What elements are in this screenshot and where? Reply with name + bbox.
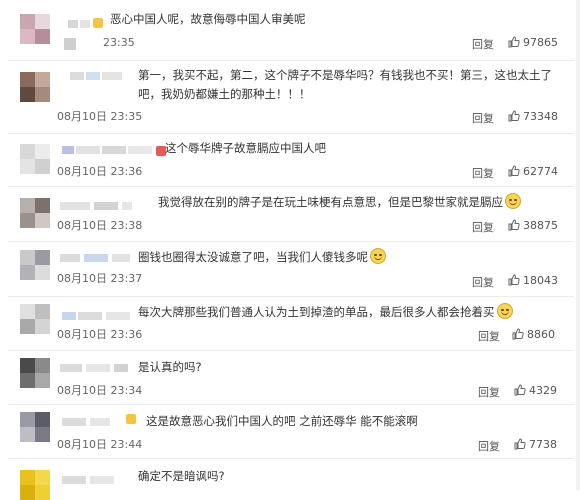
comment-time: 08月10日 23:38 [57, 219, 143, 232]
comment-text: 确定不是暗讽吗? [138, 469, 225, 483]
thumbs-up-icon [508, 110, 520, 122]
avatar[interactable] [20, 72, 50, 102]
username-blurred[interactable] [60, 364, 130, 372]
username-blurred[interactable] [70, 72, 124, 80]
comment-text: 这是故意恶心我们中国人的吧 之前还辱华 能不能滚啊 [146, 414, 418, 428]
comment-time: 08月10日 23:35 [57, 110, 143, 123]
like-button[interactable]: 18043 [508, 274, 558, 287]
like-button[interactable]: 4329 [514, 384, 557, 397]
like-button[interactable]: 38875 [508, 219, 558, 232]
reply-button[interactable]: 回复 [478, 384, 500, 400]
divider [8, 296, 574, 297]
divider [8, 458, 574, 459]
comment-time: 08月10日 23:37 [57, 272, 143, 285]
grin-emoji-icon [505, 193, 521, 209]
reply-button[interactable]: 回复 [472, 110, 494, 126]
reply-button[interactable]: 回复 [478, 328, 500, 344]
divider [8, 404, 574, 405]
thumbs-up-icon [508, 165, 520, 177]
like-count: 73348 [523, 110, 558, 123]
username-blurred[interactable] [62, 312, 132, 320]
username-blurred[interactable] [62, 146, 154, 154]
comment-text: 是认真的吗? [138, 360, 202, 374]
thumbs-up-icon [508, 219, 520, 231]
divider [8, 186, 574, 187]
divider [8, 241, 574, 242]
comment-text: 这个辱华牌子故意膈应中国人吧 [165, 141, 326, 155]
comment-time: 08月10日 23:36 [57, 328, 143, 341]
reply-button[interactable]: 回复 [472, 219, 494, 235]
reply-button[interactable]: 回复 [472, 274, 494, 290]
comment-text: 每次大牌那些我们普通人认为土到掉渣的单品，最后很多人都会抢着买 [138, 303, 558, 322]
avatar[interactable] [20, 470, 50, 500]
username-blurred[interactable] [60, 254, 132, 262]
divider [8, 133, 574, 134]
like-button[interactable]: 97865 [508, 36, 558, 49]
comment-text: 我觉得放在别的牌子是在玩土味梗有点意思，但是巴黎世家就是膈应 [158, 193, 568, 212]
smirk-emoji-icon [370, 248, 386, 264]
thinking-emoji-icon [496, 303, 513, 319]
username-blurred[interactable] [62, 476, 132, 484]
comment-time: 23:35 [103, 36, 135, 49]
thumbs-up-icon [512, 328, 524, 340]
like-count: 4329 [529, 384, 557, 397]
scrollbar[interactable] [576, 0, 580, 490]
like-count: 7738 [529, 438, 557, 451]
like-button[interactable]: 8860 [512, 328, 555, 341]
avatar[interactable] [20, 250, 50, 280]
avatar[interactable] [20, 198, 50, 228]
comment-text: 第一，我买不起，第二，这个牌子不是辱华吗？有钱我也不买！第三，这也太土了吧，我奶… [138, 68, 552, 101]
like-count: 62774 [523, 165, 558, 178]
like-button[interactable]: 7738 [514, 438, 557, 451]
user-badge-icon [93, 18, 103, 28]
divider [8, 60, 574, 61]
comment-text: 恶心中国人呢，故意侮辱中国人审美呢 [110, 12, 306, 26]
reply-button[interactable]: 回复 [472, 165, 494, 181]
user-badge-icon [126, 414, 136, 424]
thumbs-up-icon [514, 438, 526, 450]
avatar[interactable] [20, 144, 50, 174]
comment-time: 08月10日 23:44 [57, 438, 143, 451]
reply-button[interactable]: 回复 [478, 438, 500, 454]
avatar[interactable] [20, 304, 50, 334]
thumbs-up-icon [508, 274, 520, 286]
avatar[interactable] [20, 412, 50, 442]
like-count: 38875 [523, 219, 558, 232]
like-count: 18043 [523, 274, 558, 287]
divider [8, 350, 574, 351]
like-button[interactable]: 62774 [508, 165, 558, 178]
thumbs-up-icon [508, 36, 520, 48]
like-button[interactable]: 73348 [508, 110, 558, 123]
like-count: 8860 [527, 328, 555, 341]
avatar-blur-block [64, 38, 76, 50]
thumbs-up-icon [514, 384, 526, 396]
comment-text: 圈钱也圈得太没诚意了吧，当我们人傻钱多呢 [138, 248, 498, 267]
avatar[interactable] [20, 14, 50, 44]
reply-button[interactable]: 回复 [472, 36, 494, 52]
like-count: 97865 [523, 36, 558, 49]
username-blurred[interactable] [68, 20, 92, 28]
comment-time: 08月10日 23:34 [57, 384, 143, 397]
comment-time: 08月10日 23:36 [57, 165, 143, 178]
username-blurred[interactable] [62, 418, 128, 426]
avatar[interactable] [20, 358, 50, 388]
username-blurred[interactable] [60, 202, 152, 210]
